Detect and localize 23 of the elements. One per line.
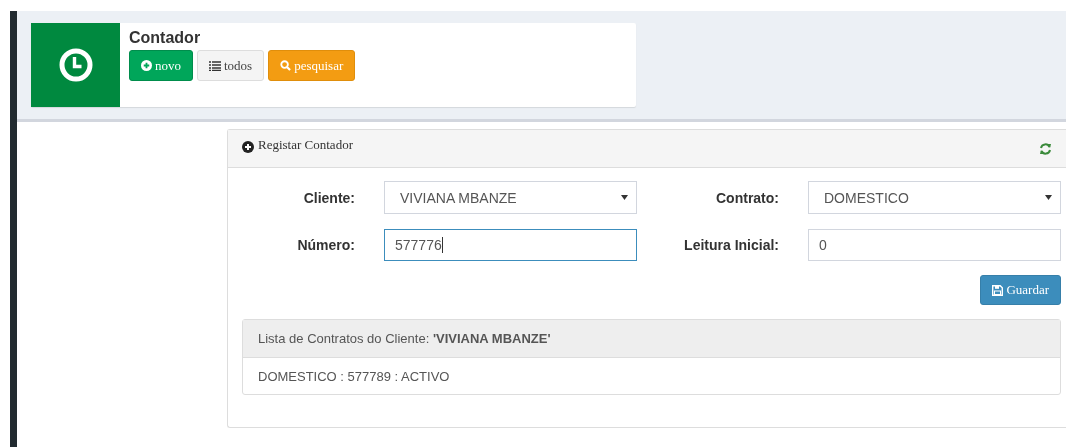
field-label: Contrato:: [715, 189, 780, 206]
dropdown-caret-icon: [621, 195, 628, 200]
search-icon: [280, 60, 292, 71]
input-field[interactable]: 577776: [384, 229, 637, 261]
field-label: Cliente:: [302, 189, 356, 206]
clock-icon: [58, 48, 93, 82]
save-button[interactable]: Guardar: [980, 275, 1061, 305]
floppy-icon: [992, 284, 1004, 296]
panel-title: Registar Contador: [242, 136, 353, 161]
select-field[interactable]: VIVIANA MBANZE: [384, 181, 637, 214]
select-field[interactable]: DOMESTICO: [808, 181, 1061, 214]
dropdown-caret-icon: [1045, 195, 1052, 200]
plus-circle-icon: [242, 140, 254, 153]
input-field[interactable]: 0: [808, 229, 1061, 261]
plus-circle-icon: [141, 60, 152, 71]
contract-item: DOMESTICO : 577789 : ACTIVO: [257, 367, 451, 386]
list-heading: Lista de Contratos do Cliente: 'VIVIANA MBANZE': [258, 331, 551, 346]
field-label: Leitura Inicial:: [683, 237, 780, 253]
page-title: Contador: [129, 29, 202, 47]
refresh-icon[interactable]: [1039, 142, 1052, 155]
list-icon: [209, 60, 221, 71]
field-label: Número:: [296, 237, 356, 253]
list-button[interactable]: todos: [197, 50, 265, 81]
